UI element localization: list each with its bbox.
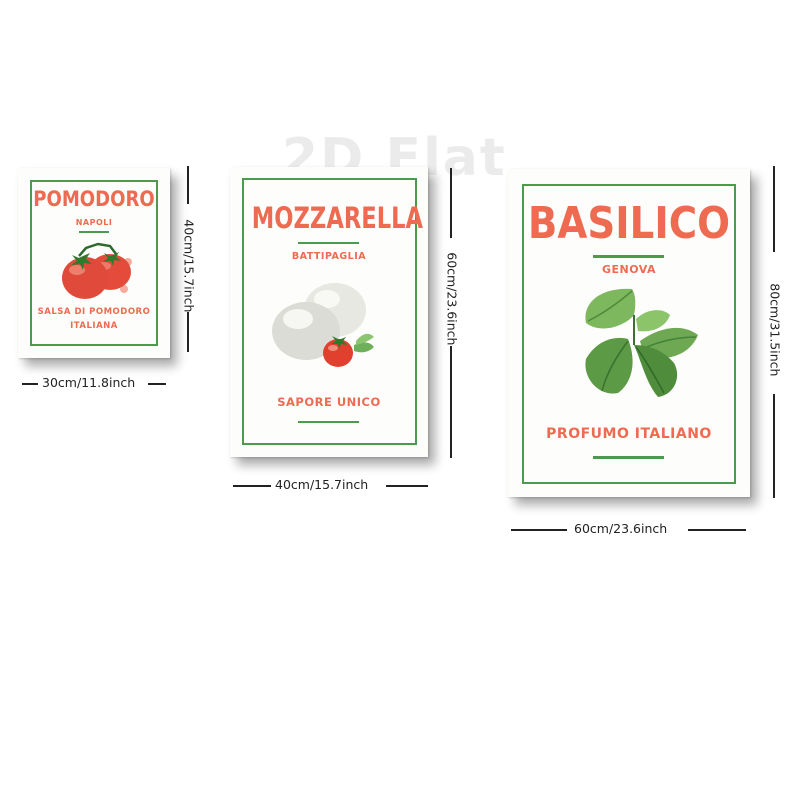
width-dimension-line-right <box>688 529 746 531</box>
height-dimension-line-top <box>450 168 452 238</box>
height-dimension-label: 80cm/31.5inch <box>767 283 783 377</box>
width-dimension-label: 60cm/23.6inch <box>574 521 668 536</box>
mozzarella-icon <box>272 283 374 367</box>
width-dimension-line-left <box>511 529 567 531</box>
divider-line-bottom <box>298 421 359 423</box>
poster-mozzarella: MOZZARELLA BATTIPAGLIA SAPORE UNICO <box>230 167 428 457</box>
width-dimension-line-right <box>386 485 428 487</box>
height-dimension-line-top <box>187 166 189 204</box>
poster-pomodoro: POMODORO NAPOLI SALSA DI POMODORO ITALIA… <box>18 168 170 358</box>
height-dimension-line-bottom <box>450 346 452 458</box>
height-dimension-line-bottom <box>187 312 189 352</box>
height-dimension-label: 60cm/23.6inch <box>444 252 460 346</box>
width-dimension-line-right <box>148 383 166 385</box>
poster-tagline: SAPORE UNICO <box>277 395 381 409</box>
divider-line <box>79 231 109 233</box>
poster-title: MOZZARELLA <box>251 201 424 235</box>
height-dimension-label: 40cm/15.7inch <box>181 219 197 313</box>
divider-line <box>298 242 359 244</box>
tomato-icon <box>62 242 132 299</box>
poster-title: POMODORO <box>33 187 155 211</box>
poster-subtitle: GENOVA <box>601 263 657 276</box>
poster-basilico: BASILICO GENOVA PROFUMO ITALIANO <box>508 169 750 497</box>
divider-line <box>593 255 664 258</box>
basil-icon <box>585 288 698 397</box>
divider-line-bottom <box>593 456 664 459</box>
height-dimension-line-top <box>773 166 775 252</box>
poster-subtitle: BATTIPAGLIA <box>291 251 367 262</box>
poster-subtitle: NAPOLI <box>75 218 113 227</box>
width-dimension-label: 30cm/11.8inch <box>42 375 136 390</box>
poster-tagline-line2: ITALIANA <box>70 321 118 331</box>
poster-title: BASILICO <box>527 198 731 249</box>
poster-tagline-line1: SALSA DI POMODORO <box>37 307 151 317</box>
height-dimension-line-bottom <box>773 394 775 498</box>
width-dimension-label: 40cm/15.7inch <box>275 477 369 492</box>
poster-tagline: PROFUMO ITALIANO <box>546 426 712 442</box>
width-dimension-line-left <box>233 485 271 487</box>
width-dimension-line-left <box>22 383 38 385</box>
